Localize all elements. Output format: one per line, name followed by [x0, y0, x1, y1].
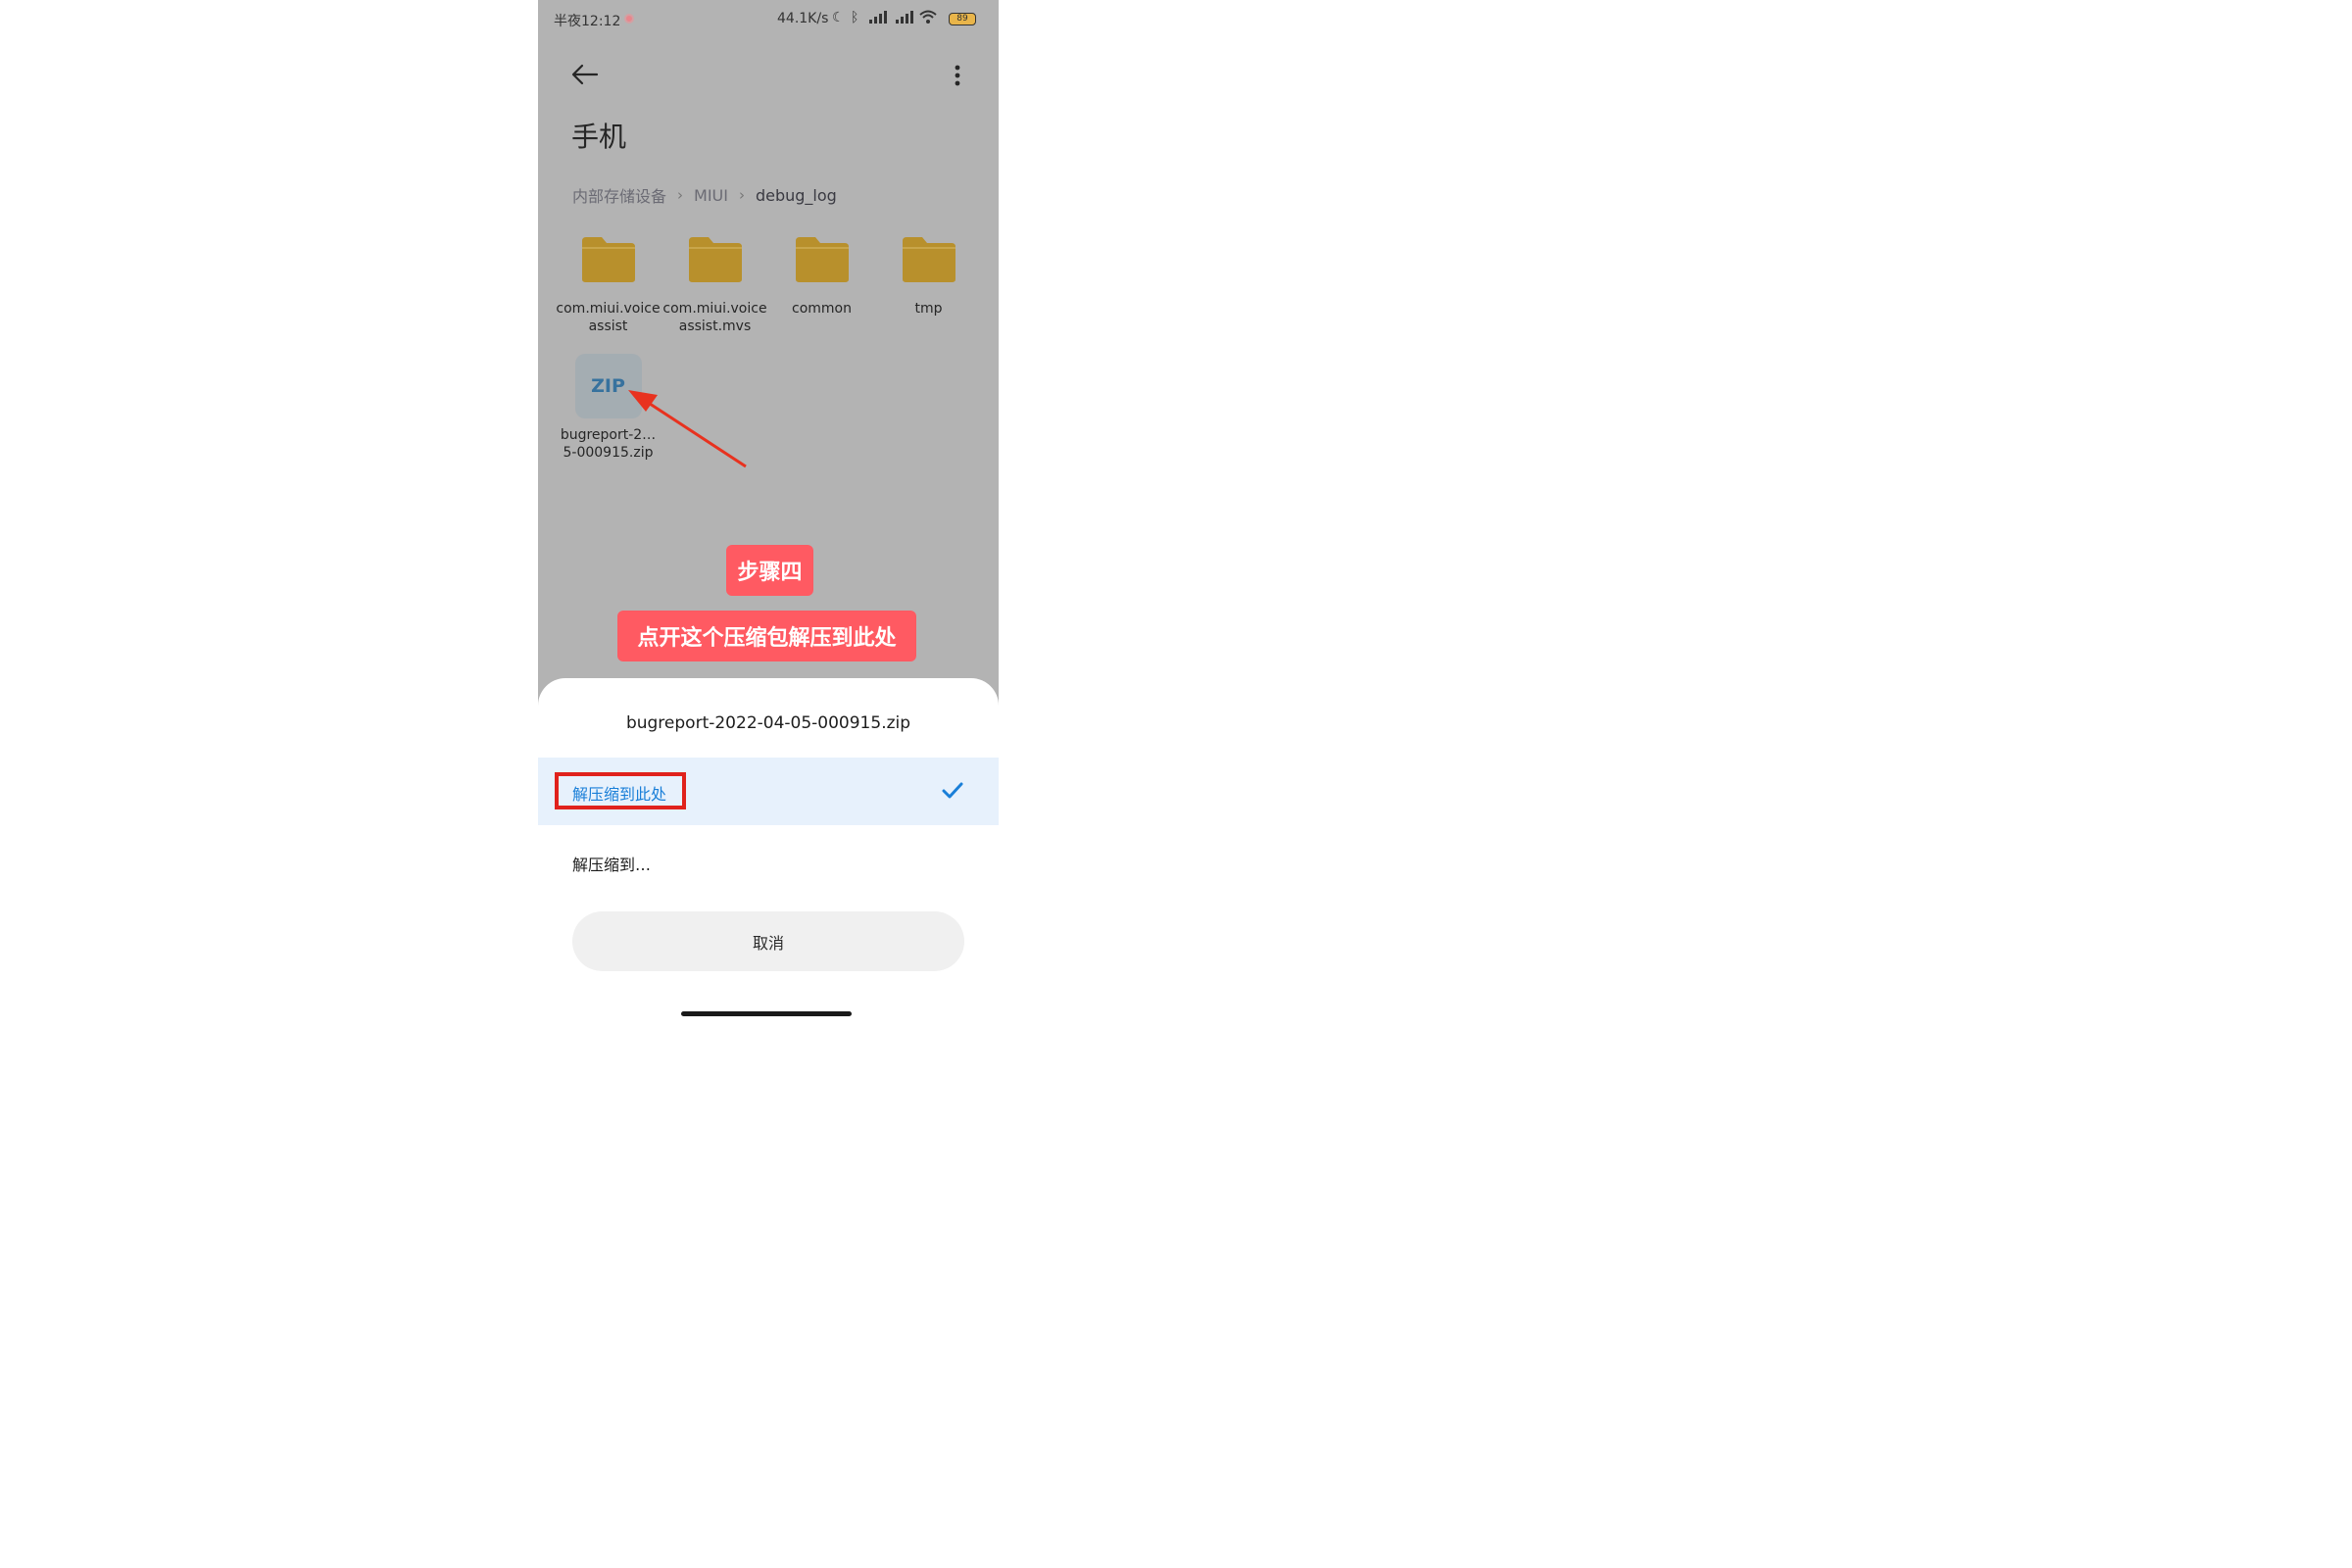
option-extract-here[interactable]: 解压缩到此处 — [538, 758, 999, 825]
option-extract-here-label: 解压缩到此处 — [572, 785, 667, 804]
bottom-sheet: bugreport-2022-04-05-000915.zip 解压缩到此处 解… — [538, 678, 999, 1027]
step-instruction: 点开这个压缩包解压到此处 — [617, 611, 916, 662]
check-icon — [942, 782, 963, 799]
step-badge: 步骤四 — [726, 545, 813, 596]
home-indicator[interactable] — [681, 1011, 852, 1016]
annotation-arrow-icon — [628, 390, 747, 468]
sheet-title: bugreport-2022-04-05-000915.zip — [625, 713, 911, 733]
option-extract-to[interactable]: 解压缩到… — [572, 852, 651, 875]
cancel-button[interactable]: 取消 — [572, 911, 964, 971]
phone-screen: 半夜12:12 44.1K/s ☾ ᛒ 89 手机 内部存储设备 › MIUI … — [538, 0, 999, 1027]
